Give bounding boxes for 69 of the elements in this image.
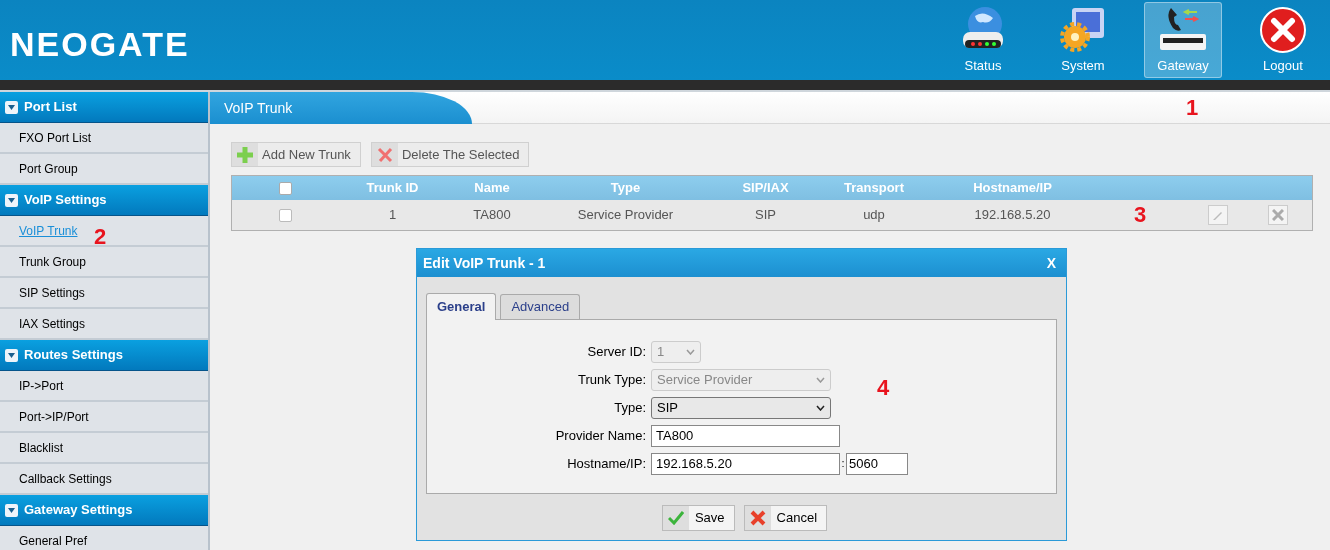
cross-icon [749,510,766,526]
collapse-icon [5,100,18,114]
sidebar-link[interactable]: Port Group [19,162,78,176]
collapse-icon [5,193,18,207]
close-icon [1259,5,1307,54]
tab[interactable]: Advanced [500,294,581,319]
dialog-title: Edit VoIP Trunk - 1 [423,253,546,273]
table-cell-text: TA800 [473,206,511,225]
port-field[interactable]: 5060 [846,452,908,475]
field-label: Hostname/IP: [566,454,647,473]
collapse-icon [5,348,18,362]
cross-icon [376,146,393,163]
field-label: Type: [613,398,647,417]
dropdown[interactable]: SIP [651,396,831,419]
chevron-icon [816,376,825,383]
column-header: Transport [844,179,904,198]
sidebar-link[interactable]: FXO Port List [19,131,92,145]
separator: : [840,456,846,472]
sidebar-section-header[interactable]: Port List [0,92,208,123]
dialog-button[interactable]: Save [661,505,735,531]
logo: NEOGATE [10,24,190,64]
sidebar-link[interactable]: IP->Port [19,379,64,393]
field-label: Server ID: [586,342,647,361]
chevron-icon [816,404,825,411]
toolbar-button[interactable]: Delete The Selected [370,142,530,167]
field-label: Trunk Type: [577,370,647,389]
toolbar-button[interactable]: Add New Trunk [231,142,361,167]
chevron-icon [686,348,695,355]
sidebar-link[interactable]: Blacklist [19,441,63,455]
column-header: Trunk ID [366,179,419,198]
pencil-icon [1212,209,1224,221]
checkbox[interactable] [279,181,292,195]
sidebar-link[interactable]: Callback Settings [19,472,112,486]
annotation-number: 4 [877,375,890,401]
sidebar-section-header[interactable]: Routes Settings [0,340,208,371]
annotation-number: 2 [94,224,107,250]
sidebar-section-header[interactable]: VoIP Settings [0,185,208,216]
table-cell-text: SIP [755,206,776,225]
table-cell-text: 1 [388,206,397,225]
plus-icon [236,145,254,164]
check-icon [667,511,684,525]
cross-icon [1272,209,1284,221]
sidebar-link[interactable]: SIP Settings [19,286,85,300]
annotation-number: 1 [1186,95,1199,121]
tab[interactable]: General [426,293,497,320]
column-header: Type [610,179,641,198]
nav-tab[interactable]: Logout [1244,2,1322,78]
input-field[interactable]: 192.168.5.20 [651,452,840,475]
nav-tab[interactable]: Status [944,2,1022,78]
nav-tab[interactable]: System [1044,2,1122,78]
dialog-button[interactable]: Cancel [743,505,828,531]
delete-button[interactable] [1268,205,1288,225]
edit-button[interactable] [1208,205,1228,225]
column-header: Hostname/IP [973,179,1052,198]
sidebar-link[interactable]: Port->IP/Port [19,410,89,424]
field-label: Provider Name: [554,426,647,445]
table-cell-text: Service Provider [577,206,674,225]
table-cell-text: udp [863,206,885,225]
column-header: SIP/IAX [742,179,789,198]
table-cell-text: 192.168.5.20 [974,206,1051,225]
input-field[interactable]: TA800 [651,424,840,447]
checkbox[interactable] [279,208,292,222]
sidebar-link[interactable]: Trunk Group [19,255,86,269]
collapse-icon [5,503,18,517]
sidebar-link[interactable]: General Pref [19,534,88,548]
sidebar-section-header[interactable]: Gateway Settings [0,495,208,526]
annotation-number: 3 [1134,202,1147,228]
sidebar-link[interactable]: IAX Settings [19,317,86,331]
column-header: Name [474,179,510,198]
